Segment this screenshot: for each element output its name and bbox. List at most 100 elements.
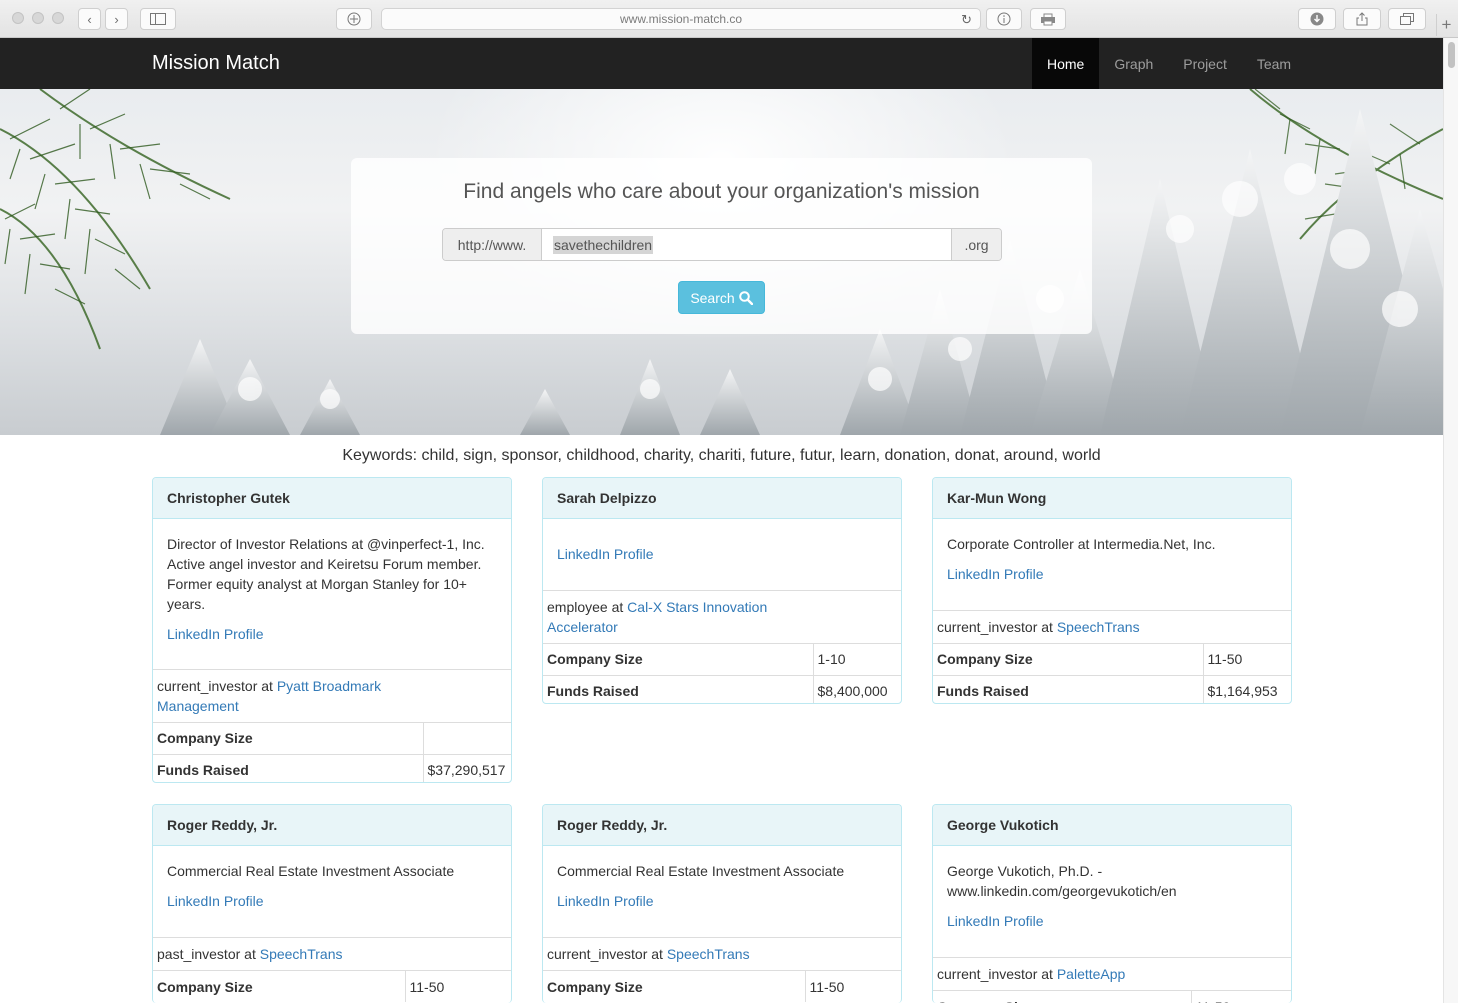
- url-input-group: http://www. savethechildren .org: [442, 228, 1002, 261]
- company-stats-table: Company Size11-50: [543, 971, 901, 1002]
- funds-raised-value: $1,164,953: [1207, 682, 1278, 699]
- info-button[interactable]: [986, 8, 1022, 30]
- zoom-window-button[interactable]: [52, 12, 64, 24]
- funds-raised-label: Funds Raised: [153, 754, 424, 782]
- relation-type: current_investor at: [157, 678, 273, 694]
- funds-raised-label: Funds Raised: [543, 675, 814, 703]
- investor-description: George Vukotich, Ph.D. - www.linkedin.co…: [947, 863, 1177, 899]
- investor-bio: Commercial Real Estate Investment Associ…: [543, 846, 901, 938]
- company-stats-table: Company Size 1-10 Funds Raised $8,400,000: [543, 644, 901, 703]
- share-button[interactable]: [1343, 8, 1381, 30]
- linkedin-profile-link[interactable]: LinkedIn Profile: [947, 564, 1277, 584]
- company-stats-table: Company Size 11-50 Funds Raised $1,164,953: [933, 644, 1291, 703]
- linkedin-profile-link[interactable]: LinkedIn Profile: [557, 544, 887, 564]
- sidebar-button[interactable]: [140, 8, 176, 30]
- search-button-label: Search: [690, 289, 735, 306]
- domain-input-value: savethechildren: [553, 235, 654, 254]
- reload-icon[interactable]: ↻: [961, 12, 972, 28]
- investor-description: Corporate Controller at Intermedia.Net, …: [947, 536, 1216, 552]
- relation-row: current_investor at SpeechTrans: [543, 938, 901, 971]
- scrollbar-thumb[interactable]: [1448, 42, 1455, 68]
- investor-description: Commercial Real Estate Investment Associ…: [557, 863, 845, 879]
- plus-icon: +: [1441, 15, 1452, 34]
- print-button[interactable]: [1030, 8, 1066, 30]
- nav-graph[interactable]: Graph: [1099, 38, 1168, 89]
- investor-card: Christopher Gutek Director of Investor R…: [152, 477, 512, 783]
- address-bar[interactable]: www.mission-match.co ↻: [381, 8, 981, 30]
- investor-bio: George Vukotich, Ph.D. - www.linkedin.co…: [933, 846, 1291, 958]
- relation-type: past_investor at: [157, 946, 256, 962]
- domain-input[interactable]: savethechildren: [542, 229, 951, 260]
- investor-bio: LinkedIn Profile: [543, 519, 901, 591]
- reader-button[interactable]: [336, 8, 372, 30]
- company-link[interactable]: SpeechTrans: [1057, 619, 1140, 635]
- hero-heading: Find angels who care about your organiza…: [463, 180, 980, 203]
- download-icon: [1310, 12, 1324, 26]
- company-size-label: Company Size: [543, 971, 806, 1002]
- nav-home[interactable]: Home: [1032, 38, 1100, 89]
- back-button[interactable]: ‹: [78, 8, 101, 30]
- investor-card: Kar-Mun Wong Corporate Controller at Int…: [932, 477, 1292, 704]
- relation-row: current_investor at Pyatt Broadmark Mana…: [153, 670, 511, 723]
- company-size-label: Company Size: [153, 971, 406, 1002]
- minimize-window-button[interactable]: [32, 12, 44, 24]
- relation-row: current_investor at PaletteApp: [933, 958, 1291, 991]
- relation-type: employee at: [547, 599, 624, 615]
- investor-card: Roger Reddy, Jr. Commercial Real Estate …: [542, 804, 902, 1003]
- relation-type: current_investor at: [937, 619, 1053, 635]
- company-link[interactable]: PaletteApp: [1057, 966, 1126, 982]
- reader-icon: [347, 12, 361, 26]
- forward-button[interactable]: ›: [105, 8, 128, 30]
- search-panel: Find angels who care about your organiza…: [351, 158, 1092, 334]
- funds-raised-label: Funds Raised: [933, 675, 1204, 703]
- browser-toolbar: ‹ › www.mission-match.co ↻ +: [0, 0, 1458, 38]
- hero-banner: Find angels who care about your organiza…: [0, 89, 1443, 435]
- company-size-label: Company Size: [543, 644, 814, 676]
- url-suffix-addon: .org: [951, 229, 1001, 260]
- brand-logo[interactable]: Mission Match: [152, 52, 280, 75]
- search-icon: [738, 290, 753, 305]
- funds-raised-value: $37,290,517: [427, 761, 506, 778]
- linkedin-profile-link[interactable]: LinkedIn Profile: [167, 891, 497, 911]
- company-size-value: 11-50: [809, 978, 845, 995]
- company-link[interactable]: SpeechTrans: [667, 946, 750, 962]
- investor-bio: Corporate Controller at Intermedia.Net, …: [933, 519, 1291, 611]
- chevron-left-icon: ‹: [87, 11, 92, 27]
- share-icon: [1356, 12, 1368, 26]
- relation-row: past_investor at SpeechTrans: [153, 938, 511, 971]
- tabs-overview-button[interactable]: [1388, 8, 1426, 30]
- sidebar-icon: [150, 13, 166, 25]
- url-prefix-addon: http://www.: [443, 229, 542, 260]
- company-stats-table: Company Size Funds Raised $37,290,517: [153, 723, 511, 782]
- company-size-value: [423, 723, 511, 755]
- linkedin-profile-link[interactable]: LinkedIn Profile: [167, 624, 497, 644]
- investor-description: Commercial Real Estate Investment Associ…: [167, 863, 455, 879]
- investor-bio: Commercial Real Estate Investment Associ…: [153, 846, 511, 938]
- company-link[interactable]: SpeechTrans: [260, 946, 343, 962]
- investor-bio: Director of Investor Relations at @vinpe…: [153, 519, 511, 670]
- linkedin-profile-link[interactable]: LinkedIn Profile: [947, 911, 1277, 931]
- keywords-line: Keywords: child, sign, sponsor, childhoo…: [342, 447, 1101, 464]
- investor-name: Roger Reddy, Jr.: [543, 805, 901, 846]
- investor-card: George Vukotich George Vukotich, Ph.D. -…: [932, 804, 1292, 1003]
- tabs-icon: [1400, 13, 1414, 25]
- company-size-label: Company Size: [933, 991, 1192, 1003]
- investor-name: Christopher Gutek: [153, 478, 511, 519]
- nav-project[interactable]: Project: [1168, 38, 1242, 89]
- close-window-button[interactable]: [12, 12, 24, 24]
- investor-card: Roger Reddy, Jr. Commercial Real Estate …: [152, 804, 512, 1003]
- relation-type: current_investor at: [547, 946, 663, 962]
- downloads-button[interactable]: [1298, 8, 1336, 30]
- investor-description: Director of Investor Relations at @vinpe…: [167, 536, 485, 612]
- address-text: www.mission-match.co: [619, 12, 743, 26]
- linkedin-profile-link[interactable]: LinkedIn Profile: [557, 891, 887, 911]
- company-size-value: 11-50: [1191, 991, 1291, 1003]
- new-tab-button[interactable]: +: [1436, 14, 1456, 36]
- chevron-right-icon: ›: [114, 11, 119, 27]
- company-size-value: 11-50: [1203, 644, 1291, 676]
- search-button[interactable]: Search: [678, 281, 765, 314]
- nav-team[interactable]: Team: [1242, 38, 1306, 89]
- company-size-value: 11-50: [409, 978, 445, 995]
- funds-raised-value: $8,400,000: [817, 682, 888, 699]
- page-scrollbar[interactable]: [1443, 38, 1458, 1003]
